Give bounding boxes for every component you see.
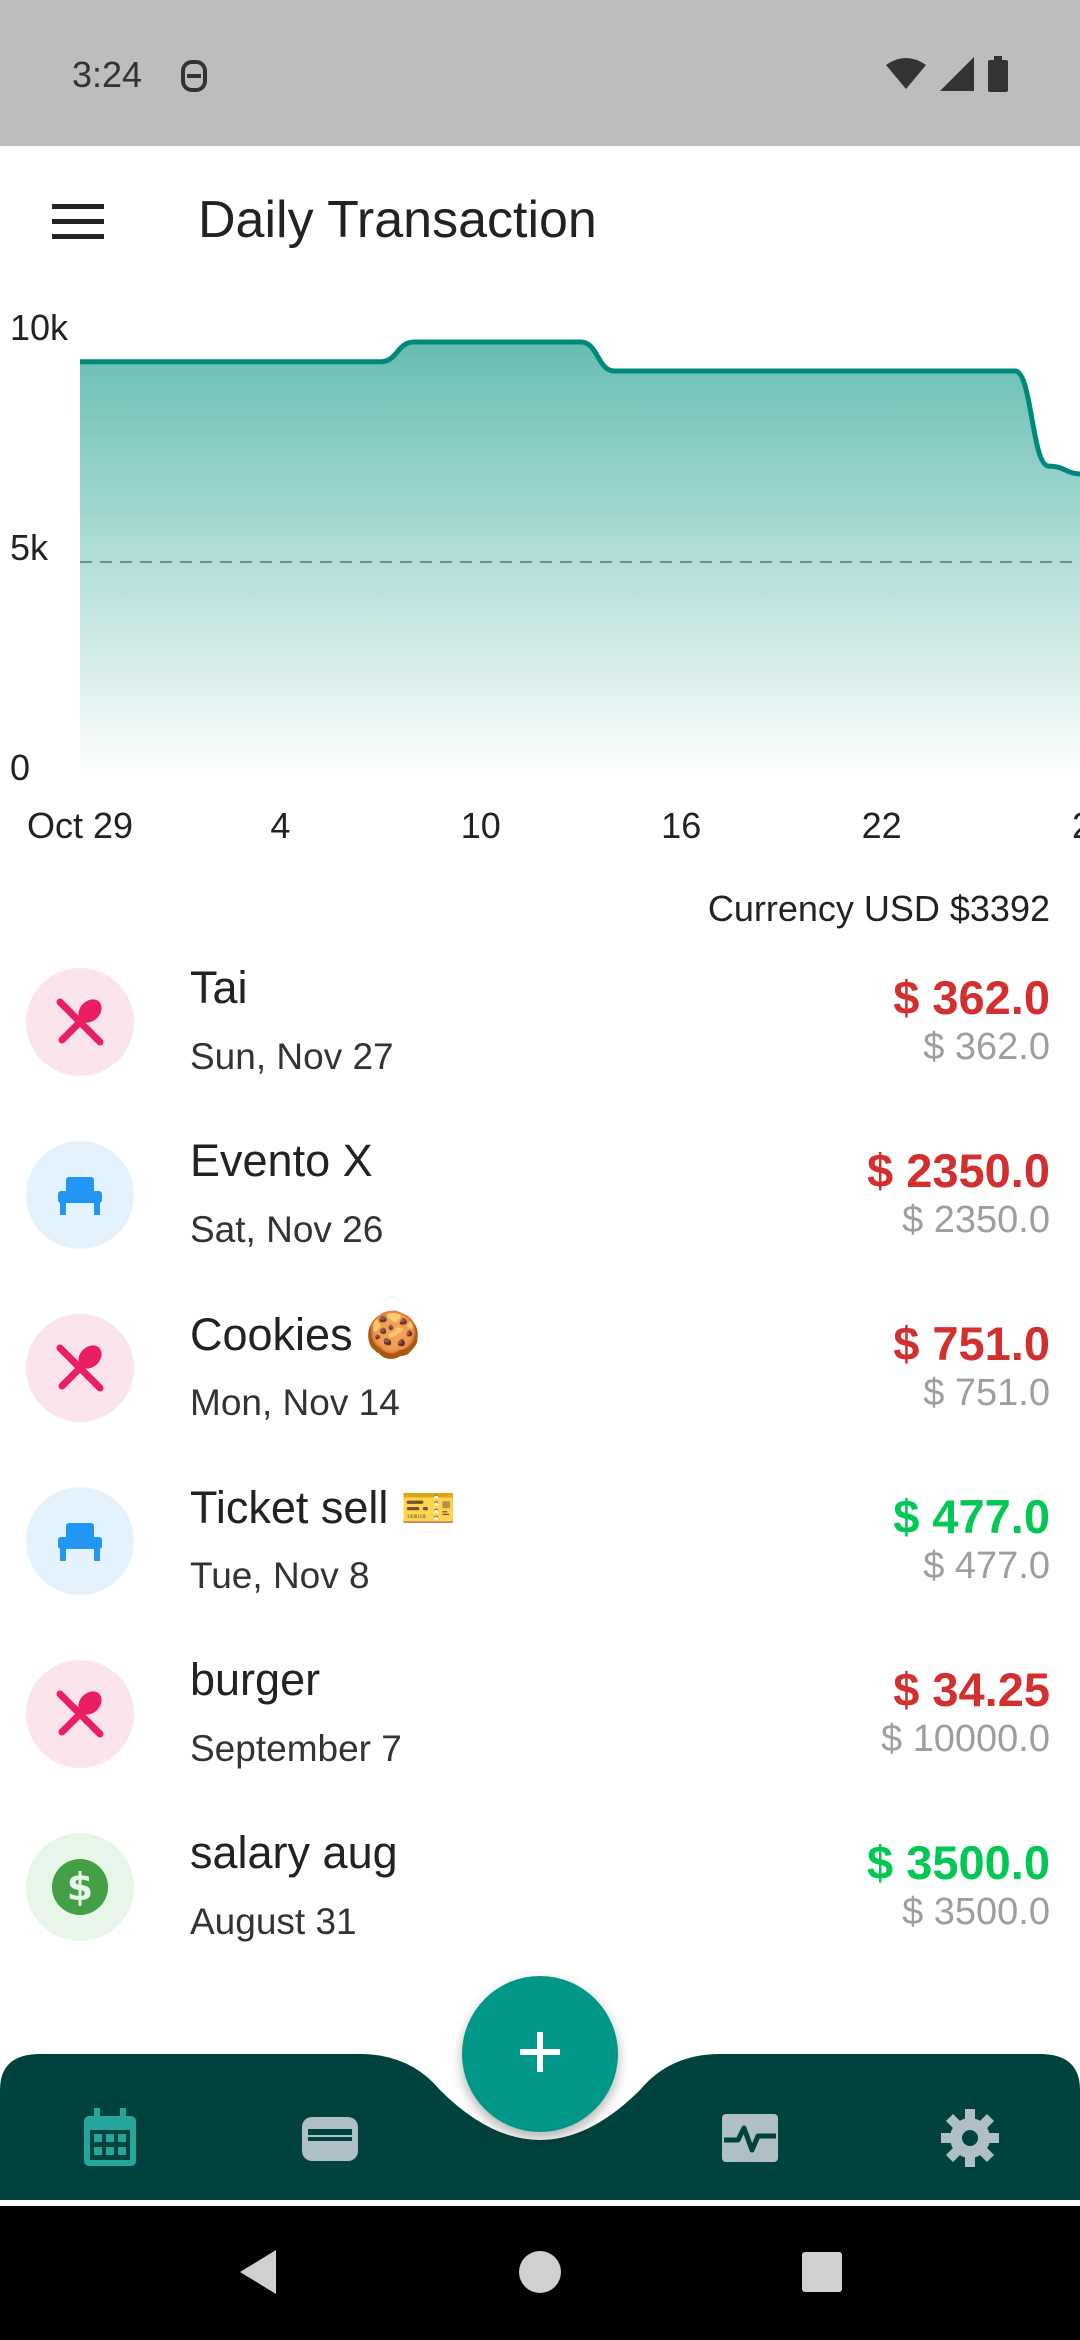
x-tick-label: 4 <box>270 805 290 846</box>
home-icon <box>517 2249 563 2300</box>
status-icons <box>886 55 1008 97</box>
status-bar: 3:24 <box>0 0 1080 146</box>
x-tick-label: 10 <box>461 805 501 846</box>
transaction-list: Tai Sun, Nov 27 $ 362.0 $ 362.0 Evento X… <box>0 950 1080 1988</box>
transaction-amount: $ 34.25 <box>893 1663 1050 1716</box>
y-tick-label: 5k <box>10 527 49 568</box>
transaction-row-burger[interactable]: burger September 7 $ 34.25 $ 10000.0 <box>0 1642 1080 1815</box>
fork-knife-icon <box>26 1314 134 1422</box>
calendar-icon <box>82 2107 138 2173</box>
hamburger-icon <box>52 202 104 247</box>
system-navigation-bar <box>0 2206 1080 2340</box>
nav-settings-button[interactable] <box>930 2100 1010 2180</box>
app-bar: Daily Transaction <box>0 146 1080 302</box>
transaction-date: Tue, Nov 8 <box>190 1555 370 1596</box>
transaction-date: Sat, Nov 26 <box>190 1209 384 1250</box>
menu-button[interactable] <box>40 186 116 262</box>
transaction-title: Ticket sell 🎫 <box>190 1482 457 1533</box>
transaction-amount: $ 751.0 <box>893 1317 1050 1370</box>
activity-icon <box>720 2112 780 2169</box>
add-transaction-button[interactable] <box>462 1976 618 2132</box>
back-icon <box>236 2248 280 2301</box>
transaction-title: Cookies 🍪 <box>190 1309 422 1360</box>
page-title: Daily Transaction <box>198 191 597 249</box>
transaction-original-amount: $ 3500.0 <box>902 1891 1050 1933</box>
balance-chart: 10k5k0Oct 2941016222 <box>0 302 1080 862</box>
dollar-icon: $ <box>26 1833 134 1941</box>
transaction-original-amount: $ 362.0 <box>923 1026 1050 1068</box>
currency-total: Currency USD $3392 <box>707 888 1050 929</box>
transaction-amount: $ 3500.0 <box>867 1836 1050 1889</box>
y-tick-label: 0 <box>10 747 30 788</box>
transaction-amount: $ 2350.0 <box>867 1144 1050 1197</box>
x-tick-label: 16 <box>661 805 701 846</box>
nav-activity-button[interactable] <box>710 2100 790 2180</box>
fork-knife-icon <box>26 968 134 1076</box>
transaction-amount: $ 362.0 <box>893 971 1050 1024</box>
x-tick-label: Oct 29 <box>27 805 133 846</box>
transaction-row-evento-x[interactable]: Evento X Sat, Nov 26 $ 2350.0 $ 2350.0 <box>0 1123 1080 1296</box>
transaction-date: August 31 <box>190 1901 357 1942</box>
recents-icon <box>800 2250 844 2299</box>
transaction-original-amount: $ 477.0 <box>923 1545 1050 1587</box>
transaction-date: Mon, Nov 14 <box>190 1382 400 1423</box>
svg-text:$: $ <box>67 1865 93 1909</box>
transaction-title: Tai <box>190 962 248 1013</box>
nav-wallet-button[interactable] <box>290 2100 370 2180</box>
transaction-date: Sun, Nov 27 <box>190 1036 394 1077</box>
transaction-title: salary aug <box>190 1827 398 1878</box>
transaction-amount: $ 477.0 <box>893 1490 1050 1543</box>
transaction-original-amount: $ 2350.0 <box>902 1199 1050 1241</box>
transaction-row-ticket-sell[interactable]: Ticket sell 🎫 Tue, Nov 8 $ 477.0 $ 477.0 <box>0 1469 1080 1642</box>
back-button[interactable] <box>226 2242 290 2306</box>
x-tick-label: 22 <box>862 805 902 846</box>
transaction-original-amount: $ 10000.0 <box>880 1718 1050 1760</box>
wifi-icon <box>886 57 926 96</box>
recents-button[interactable] <box>790 2242 854 2306</box>
transaction-row-salary-aug[interactable]: $ salary aug August 31 $ 3500.0 $ 3500.0 <box>0 1815 1080 1988</box>
wallet-icon <box>300 2113 360 2168</box>
gear-icon <box>941 2108 999 2172</box>
x-tick-label: 2 <box>1072 805 1080 846</box>
balance-chart-svg: 10k5k0Oct 2941016222 <box>10 307 1080 846</box>
y-tick-label: 10k <box>10 307 69 348</box>
signal-icon <box>940 56 974 96</box>
fork-knife-icon <box>26 1660 134 1768</box>
armchair-icon <box>26 1141 134 1249</box>
nav-calendar-button[interactable] <box>70 2100 150 2180</box>
transaction-date: September 7 <box>190 1728 402 1769</box>
transaction-title: Evento X <box>190 1135 373 1186</box>
add-icon <box>518 2030 562 2079</box>
transaction-title: burger <box>190 1654 321 1705</box>
home-button[interactable] <box>508 2242 572 2306</box>
transaction-original-amount: $ 751.0 <box>923 1372 1050 1414</box>
notification-icon <box>178 58 210 94</box>
battery-icon <box>988 55 1008 97</box>
transaction-row-tai[interactable]: Tai Sun, Nov 27 $ 362.0 $ 362.0 <box>0 950 1080 1123</box>
armchair-icon <box>26 1487 134 1595</box>
transaction-row-cookies[interactable]: Cookies 🍪 Mon, Nov 14 $ 751.0 $ 751.0 <box>0 1296 1080 1469</box>
status-time: 3:24 <box>72 54 143 95</box>
